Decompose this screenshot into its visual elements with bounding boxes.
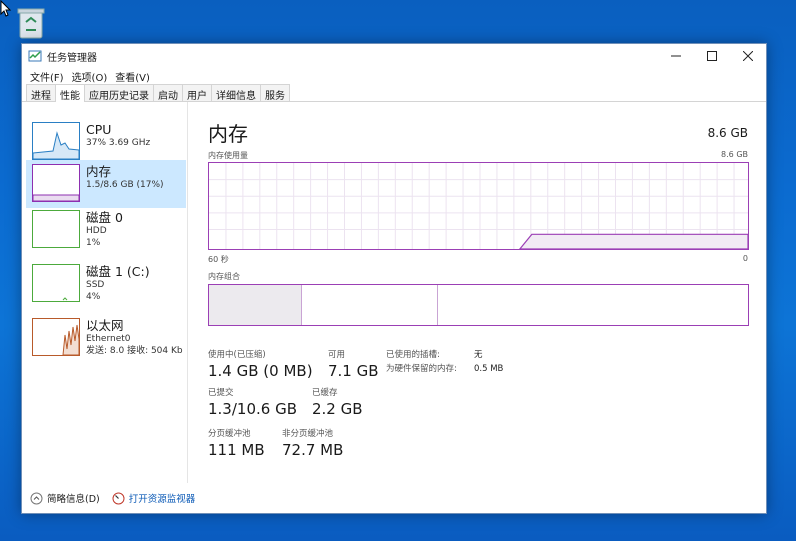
usage-graph-label: 内存使用量 [208, 151, 248, 160]
total-memory: 8.6 GB [707, 126, 748, 140]
tab-app-history[interactable]: 应用历史记录 [84, 84, 154, 102]
sidebar-item-label: 磁盘 1 (C:) [86, 264, 150, 279]
in-use-label: 使用中(已压缩) [208, 350, 266, 360]
committed-label: 已提交 [208, 388, 234, 398]
sidebar-item-ethernet[interactable]: 以太网 Ethernet0 发送: 8.0 接收: 504 Kb [26, 314, 186, 362]
sidebar-item-detail: 4% [86, 292, 101, 302]
ethernet-thumbnail-graph [32, 318, 80, 356]
sidebar-item-detail: 37% 3.69 GHz [86, 138, 151, 148]
in-use-segment [209, 285, 302, 325]
reserved-label: 为硬件保留的内存: [386, 364, 457, 374]
disk0-thumbnail-graph [32, 210, 80, 248]
memory-thumbnail-graph [32, 164, 80, 202]
maximize-icon [707, 51, 717, 61]
reserved-value: 0.5 MB [474, 364, 504, 374]
open-resource-monitor-label: 打开资源监视器 [128, 494, 196, 505]
sidebar-item-disk-0[interactable]: 磁盘 0 HDD 1% [26, 206, 186, 254]
sidebar-item-detail: 发送: 8.0 接收: 504 Kb [86, 346, 183, 356]
task-manager-window: 任务管理器 文件(F) 选项(O) 查看(V) 进程 性能 应用历史记录 启动 … [21, 43, 767, 514]
fewer-details-label: 简略信息(D) [47, 494, 100, 505]
task-manager-icon [28, 50, 42, 62]
open-resource-monitor-link[interactable]: 打开资源监视器 [112, 491, 196, 505]
resource-monitor-icon [112, 492, 125, 504]
tab-services[interactable]: 服务 [260, 84, 290, 102]
window-title: 任务管理器 [47, 52, 97, 64]
paged-pool-label: 分页缓冲池 [208, 429, 251, 439]
memory-composition-graph [208, 284, 749, 326]
memory-panel: 内存 8.6 GB 内存使用量 8.6 GB 60 秒 0 内存组合 使用中(已… [208, 102, 749, 483]
tab-performance[interactable]: 性能 [55, 84, 85, 102]
slots-label: 已使用的插槽: [386, 350, 440, 360]
close-icon [743, 51, 753, 61]
disk1-thumbnail-graph [32, 264, 80, 302]
menu-view[interactable]: 查看(V) [111, 69, 154, 84]
tab-startup[interactable]: 启动 [153, 84, 183, 102]
cpu-thumbnail-graph [32, 122, 80, 160]
sidebar-item-label: 内存 [86, 164, 112, 179]
sidebar-item-detail: 1% [86, 238, 101, 248]
chevron-up-circle-icon [30, 492, 43, 504]
sidebar-item-label: CPU [86, 122, 112, 137]
sidebar-item-detail: SSD [86, 280, 105, 290]
nonpaged-pool-value: 72.7 MB [282, 441, 344, 459]
available-label: 可用 [328, 350, 346, 360]
tab-users[interactable]: 用户 [182, 84, 212, 102]
menu-bar: 文件(F) 选项(O) 查看(V) [22, 68, 766, 84]
paged-pool-value: 111 MB [208, 441, 265, 459]
sidebar-item-detail: Ethernet0 [86, 334, 131, 344]
modified-segment [302, 285, 438, 325]
slots-value: 无 [474, 350, 483, 360]
cached-value: 2.2 GB [312, 400, 363, 418]
sidebar-item-label: 以太网 [86, 318, 124, 333]
tab-processes[interactable]: 进程 [26, 84, 56, 102]
nonpaged-pool-label: 非分页缓冲池 [282, 429, 334, 439]
close-button[interactable] [730, 44, 766, 68]
sidebar-item-memory[interactable]: 内存 1.5/8.6 GB (17%) [26, 160, 186, 208]
tab-bar: 进程 性能 应用历史记录 启动 用户 详细信息 服务 [22, 84, 766, 102]
in-use-value: 1.4 GB (0 MB) [208, 362, 313, 380]
time-axis-right: 0 [742, 254, 748, 263]
free-segment [438, 285, 748, 325]
usage-graph-max: 8.6 GB [721, 150, 748, 159]
maximize-button[interactable] [694, 44, 730, 68]
footer-bar: 简略信息(D) 打开资源监视器 [22, 483, 766, 513]
committed-value: 1.3/10.6 GB [208, 400, 297, 418]
memory-usage-graph [208, 162, 749, 250]
menu-options[interactable]: 选项(O) [68, 69, 112, 84]
sidebar-item-detail: 1.5/8.6 GB (17%) [86, 180, 164, 190]
sidebar-item-label: 磁盘 0 [86, 210, 123, 225]
title-bar[interactable]: 任务管理器 [22, 44, 766, 68]
performance-sidebar: CPU 37% 3.69 GHz 内存 1.5/8.6 GB (17%) 磁盘 … [22, 102, 188, 483]
panel-title: 内存 [208, 122, 248, 146]
recycle-bin-icon[interactable] [12, 4, 48, 44]
sidebar-item-disk-1[interactable]: 磁盘 1 (C:) SSD 4% [26, 260, 186, 308]
sidebar-item-detail: HDD [86, 226, 107, 236]
mouse-cursor-icon [0, 0, 12, 17]
minimize-icon [671, 55, 681, 57]
available-value: 7.1 GB [328, 362, 379, 380]
sidebar-item-cpu[interactable]: CPU 37% 3.69 GHz [26, 118, 186, 166]
cached-label: 已缓存 [312, 388, 338, 398]
composition-graph-label: 内存组合 [208, 272, 240, 281]
minimize-button[interactable] [658, 44, 694, 68]
menu-file[interactable]: 文件(F) [26, 69, 68, 84]
fewer-details-button[interactable]: 简略信息(D) [30, 491, 100, 505]
tab-details[interactable]: 详细信息 [211, 84, 261, 102]
time-axis-left: 60 秒 [208, 255, 229, 264]
